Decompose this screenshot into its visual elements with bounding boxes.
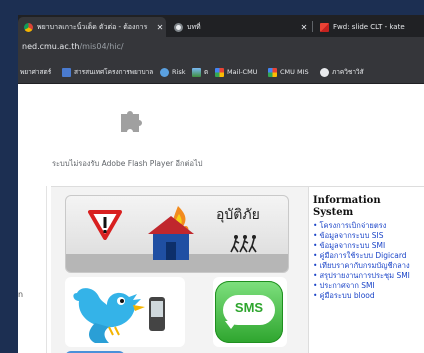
tab-title: พยาบาลเกาะนิ้วเด็ด ตัวต่อ - ต้องการ	[37, 22, 148, 31]
bookmark-label: Risk	[172, 68, 186, 76]
address-toolbar: ned.cmu.ac.th/mis04/hic/	[18, 37, 424, 61]
chat-bubble-tail	[225, 321, 237, 329]
bookmark-item[interactable]: ภาควิชาวิสั	[320, 66, 364, 78]
browser-window: พยาบาลเกาะนิ้วเด็ด ตัวต่อ - ต้องการ ✕ บท…	[18, 15, 424, 353]
info-link[interactable]: • ข้อมูลจากระบบ SMI	[313, 241, 421, 251]
tab-strip: พยาบาลเกาะนิ้วเด็ด ตัวต่อ - ต้องการ ✕ บท…	[18, 15, 424, 37]
person-icon	[160, 67, 169, 77]
bookmark-item[interactable]: CMU MIS	[268, 66, 309, 78]
sms-app-icon: SMS	[215, 281, 283, 343]
bookmarks-bar: พยาศาสตร์ สารสนเทศโครงการพยาบาล Risk ต M…	[18, 61, 424, 84]
twitter-bird-icon	[73, 288, 165, 343]
chrome-icon	[174, 22, 183, 32]
page-content: ระบบไม่รองรับ Adobe Flash Player อีกต่อไ…	[18, 84, 424, 353]
bookmark-label: Mail-CMU	[227, 68, 258, 76]
chrome-icon	[320, 67, 329, 77]
tab-separator	[312, 21, 313, 32]
table-icon	[62, 67, 71, 77]
twitter-banner[interactable]	[65, 277, 185, 347]
bookmark-item[interactable]: Mail-CMU	[215, 66, 257, 78]
tab-title: บทที่	[187, 22, 201, 31]
info-link[interactable]: • คู่มือระบบ blood	[313, 291, 421, 301]
close-tab-icon[interactable]: ✕	[154, 23, 166, 32]
bookmark-label: CMU MIS	[280, 68, 309, 76]
bookmark-item[interactable]: พยาศาสตร์	[20, 66, 51, 78]
info-link[interactable]: • สรุปรายงานการประชุม SMI	[313, 271, 421, 281]
left-column-text: n	[18, 290, 24, 299]
bookmark-label: สารสนเทศโครงการพยาบาล	[74, 68, 154, 76]
address-bar[interactable]: ned.cmu.ac.th/mis04/hic/	[22, 42, 124, 51]
running-people-icon	[230, 235, 257, 253]
flash-unsupported-message: ระบบไม่รองรับ Adobe Flash Player อีกต่อไ…	[52, 159, 203, 168]
tab-gmail[interactable]: Fwd: slide CLT - kate	[314, 17, 424, 37]
bookmark-label: พยาศาสตร์	[20, 68, 52, 76]
url-path: /mis04/hic/	[79, 42, 124, 51]
bookmark-item[interactable]: สารสนเทศโครงการพยาบาล	[62, 66, 153, 78]
bookmark-item[interactable]: Risk	[160, 66, 185, 78]
tab-chapter[interactable]: บทที่ ✕	[168, 17, 310, 37]
sms-label: SMS	[234, 300, 264, 315]
warning-icon	[88, 210, 122, 240]
info-link[interactable]: • เทียบราคากับกรมบัญชีกลาง	[313, 261, 421, 271]
accident-banner[interactable]: อุบัติภัย	[65, 195, 289, 273]
tab-nursing-page[interactable]: พยาบาลเกาะนิ้วเด็ด ตัวต่อ - ต้องการ ✕	[18, 17, 166, 37]
flash-plugin-placeholder: ระบบไม่รองรับ Adobe Flash Player อีกต่อไ…	[18, 84, 424, 172]
burning-house-icon	[148, 206, 194, 260]
bookmark-label: ต	[204, 68, 209, 76]
grid-icon	[268, 67, 277, 77]
tab-title: Fwd: slide CLT - kate	[333, 23, 405, 31]
image-icon	[192, 67, 201, 77]
information-system-panel: Information System • โครงการเบิกจ่ายตรง •…	[308, 187, 424, 353]
content-panel: อุบัติภัย SMS Information System • โครงก…	[51, 186, 424, 353]
chrome-icon	[24, 22, 33, 32]
information-system-title: Information System	[313, 195, 381, 218]
info-link[interactable]: • ประกาศจาก SMI	[313, 281, 421, 291]
info-link[interactable]: • ข้อมูลจากระบบ SIS	[313, 231, 421, 241]
grid-icon	[215, 67, 224, 77]
sms-banner[interactable]: SMS	[213, 277, 287, 347]
puzzle-icon	[121, 111, 142, 132]
bookmark-label: ภาควิชาวิสั	[332, 68, 364, 76]
accident-label: อุบัติภัย	[216, 207, 260, 223]
info-link[interactable]: • คู่มือการใช้ระบบ Digicard	[313, 251, 421, 261]
url-host: ned.cmu.ac.th	[22, 42, 80, 51]
info-link[interactable]: • โครงการเบิกจ่ายตรง	[313, 221, 421, 231]
left-column: n	[18, 186, 47, 353]
bookmark-item[interactable]: ต	[192, 66, 208, 78]
close-tab-icon[interactable]: ✕	[298, 23, 310, 32]
information-system-list: • โครงการเบิกจ่ายตรง • ข้อมูลจากระบบ SIS •…	[313, 221, 421, 301]
gmail-icon	[320, 22, 329, 32]
